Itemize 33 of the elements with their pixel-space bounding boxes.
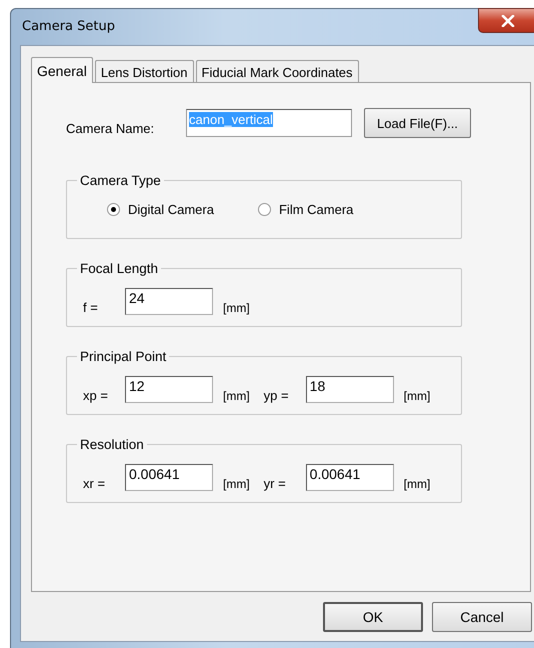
window-title: Camera Setup [22,19,115,34]
tab[interactable]: Lens Distortion [94,60,194,82]
field-label: xr = [83,476,106,491]
radio-label: Film Camera [278,202,354,217]
close-icon [501,14,515,26]
dialog-button[interactable]: OK [323,602,423,632]
input-field[interactable]: 18 [306,376,394,403]
tab[interactable]: General [31,57,93,83]
unit-label: [mm] [223,389,250,403]
unit-label: [mm] [223,477,250,491]
radio-label: Digital Camera [128,202,214,217]
dialog-button[interactable]: Cancel [432,602,532,632]
input-field[interactable]: 0.00641 [125,464,213,491]
field-label: yr = [264,476,287,491]
field-label: xp = [83,388,109,403]
unit-label: [mm] [223,301,250,315]
field-label: yp = [264,388,290,403]
unit-label: [mm] [404,389,430,403]
input-field[interactable]: 12 [125,376,213,403]
group-title: Camera Type [79,173,162,188]
field-label: f = [83,300,99,315]
group-title: Principal Point [79,349,168,364]
input-field[interactable]: 24 [125,288,213,315]
unit-label: [mm] [404,477,430,491]
tab[interactable]: Fiducial Mark Coordinates [196,60,359,82]
radio-option[interactable]: Film Camera [258,202,354,217]
group-title: Resolution [79,437,145,452]
camera-name-label: Camera Name: [66,120,156,136]
load-file-button[interactable]: Load File(F)... [364,108,471,138]
close-button[interactable] [478,8,534,33]
group-title: Focal Length [79,261,160,276]
input-field[interactable]: 0.00641 [306,464,394,491]
radio-option[interactable]: Digital Camera [107,202,214,217]
